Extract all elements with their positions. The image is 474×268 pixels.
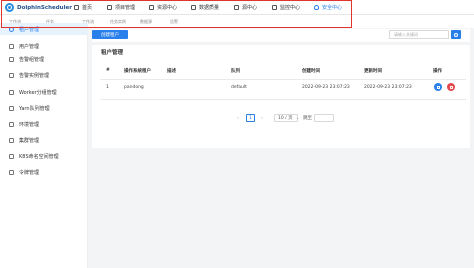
cell-updated: 2022-09-23 23:07:23	[364, 85, 412, 90]
nav-monitor[interactable]: 监控中心	[272, 3, 300, 12]
cluster-icon	[9, 137, 14, 143]
sidebar-item-clusters[interactable]: 集群管理	[0, 134, 88, 146]
top-header: DolphinScheduler 首页 项目管理 资源中心 数据质量 源中心 监…	[0, 0, 474, 15]
sidebar-item-k8s-namespaces[interactable]: K8S命名空间管理	[0, 150, 88, 162]
edit-icon	[436, 85, 440, 89]
brand-logo[interactable]: DolphinScheduler	[5, 3, 72, 12]
column-header-created: 创建时间	[302, 69, 320, 74]
chevron-down-icon: ⌄	[295, 115, 300, 121]
sidebar-item-worker-groups[interactable]: Worker分组管理	[0, 86, 88, 98]
datasource-icon	[234, 5, 239, 10]
column-header-index: #	[106, 68, 110, 73]
jump-page-input[interactable]	[314, 114, 334, 122]
nav-projects-label: 项目管理	[115, 5, 136, 11]
table-title: 租户管理	[101, 50, 124, 56]
queue-icon	[9, 105, 14, 111]
nav-datasource-label: 源中心	[242, 5, 258, 11]
jump-label: 跳至	[303, 116, 312, 121]
namespace-icon	[9, 153, 14, 159]
sidebar-item-tokens[interactable]: 令牌管理	[0, 166, 88, 178]
cell-created: 2022-09-23 23:07:23	[302, 85, 350, 90]
nav-home-label: 首页	[82, 5, 93, 11]
sidebar-item-label: 令牌管理	[19, 169, 40, 176]
sidebar-item-label: 告警组管理	[19, 56, 45, 63]
next-page-button[interactable]: ›	[259, 114, 265, 122]
page-number-button[interactable]: 1	[246, 114, 255, 122]
sidebar-item-alert-groups[interactable]: 告警组管理	[0, 53, 88, 65]
nav-security[interactable]: 安全中心	[314, 3, 342, 12]
dolphin-logo-icon	[5, 3, 16, 12]
sidebar-item-label: Yarn队列管理	[19, 105, 50, 112]
nav-data-quality-label: 数据质量	[199, 5, 220, 11]
tenant-table-panel: 租户管理 # 操作系统租户 描述 队列 创建时间 更新时间 操作 1 pando…	[92, 45, 470, 148]
alert-group-icon	[9, 56, 14, 62]
nav-monitor-label: 监控中心	[280, 5, 301, 11]
sidebar-item-label: 环境管理	[19, 121, 40, 128]
brand-name: DolphinScheduler	[17, 4, 72, 11]
search-button[interactable]	[451, 30, 461, 39]
monitor-icon	[272, 5, 277, 10]
column-header-actions: 操作	[433, 69, 442, 74]
main-content: 创建租户 请输入关键词 租户管理 # 操作系统租户 描述 队列 创建时间 更新时…	[88, 28, 474, 268]
environment-icon	[9, 121, 14, 127]
column-header-queue: 队列	[231, 69, 240, 74]
delete-button[interactable]	[447, 83, 455, 91]
search-icon	[454, 32, 458, 37]
data-quality-icon	[191, 5, 196, 10]
column-header-updated: 更新时间	[364, 69, 382, 74]
worker-group-icon	[9, 89, 14, 95]
search-input[interactable]: 请输入关键词	[389, 30, 449, 39]
nav-data-quality[interactable]: 数据质量	[191, 3, 219, 12]
sidebar-item-environments[interactable]: 环境管理	[0, 118, 88, 130]
tenant-icon	[9, 26, 14, 32]
nav-resources[interactable]: 资源中心	[149, 3, 177, 12]
nav-projects[interactable]: 项目管理	[107, 3, 135, 12]
subtab-item[interactable]: 告警	[170, 19, 178, 25]
sidebar-item-label: 集群管理	[19, 137, 40, 144]
sidebar-item-tenant[interactable]: 租户管理	[0, 23, 88, 35]
edit-button[interactable]	[434, 83, 442, 91]
sidebar-item-label: 租户管理	[19, 26, 40, 33]
home-icon	[74, 5, 79, 10]
sidebar: 租户管理 用户管理 告警组管理 告警实例管理 Worker分组管理 Yarn队列…	[0, 23, 88, 268]
nav-datasource[interactable]: 源中心	[234, 3, 257, 12]
table-row-divider	[100, 99, 466, 100]
create-tenant-button[interactable]: 创建租户	[92, 30, 128, 39]
page-size-value: 10 / 页	[278, 116, 293, 121]
sidebar-item-yarn-queues[interactable]: Yarn队列管理	[0, 102, 88, 114]
alert-instance-icon	[9, 72, 14, 78]
user-icon	[9, 43, 14, 49]
prev-page-button[interactable]: ‹	[235, 114, 241, 122]
cell-queue: default	[231, 85, 247, 90]
table-header-divider	[100, 79, 466, 80]
delete-icon	[449, 85, 453, 89]
column-header-description: 描述	[167, 69, 176, 74]
sidebar-item-label: 用户管理	[19, 43, 40, 50]
nav-security-label: 安全中心	[322, 5, 343, 11]
project-icon	[107, 5, 112, 10]
nav-resources-label: 资源中心	[157, 5, 178, 11]
sidebar-item-label: 告警实例管理	[19, 72, 50, 79]
subtab-item[interactable]: 数据源	[140, 19, 152, 25]
subtab-item[interactable]: 任务实例	[110, 19, 126, 25]
sidebar-item-label: Worker分组管理	[19, 89, 57, 96]
cell-tenant: pandong	[124, 85, 144, 90]
cell-index: 1	[106, 85, 109, 90]
nav-home[interactable]: 首页	[74, 3, 92, 12]
sidebar-item-users[interactable]: 用户管理	[0, 40, 88, 52]
folder-icon	[149, 5, 154, 10]
token-icon	[9, 169, 14, 175]
column-header-tenant: 操作系统租户	[124, 69, 151, 74]
toolbar: 创建租户 请输入关键词	[92, 29, 470, 42]
sidebar-item-label: K8S命名空间管理	[19, 153, 59, 160]
page-size-select[interactable]: 10 / 页 ⌄	[274, 114, 300, 122]
sidebar-item-alert-instances[interactable]: 告警实例管理	[0, 69, 88, 81]
shield-icon	[314, 5, 319, 10]
